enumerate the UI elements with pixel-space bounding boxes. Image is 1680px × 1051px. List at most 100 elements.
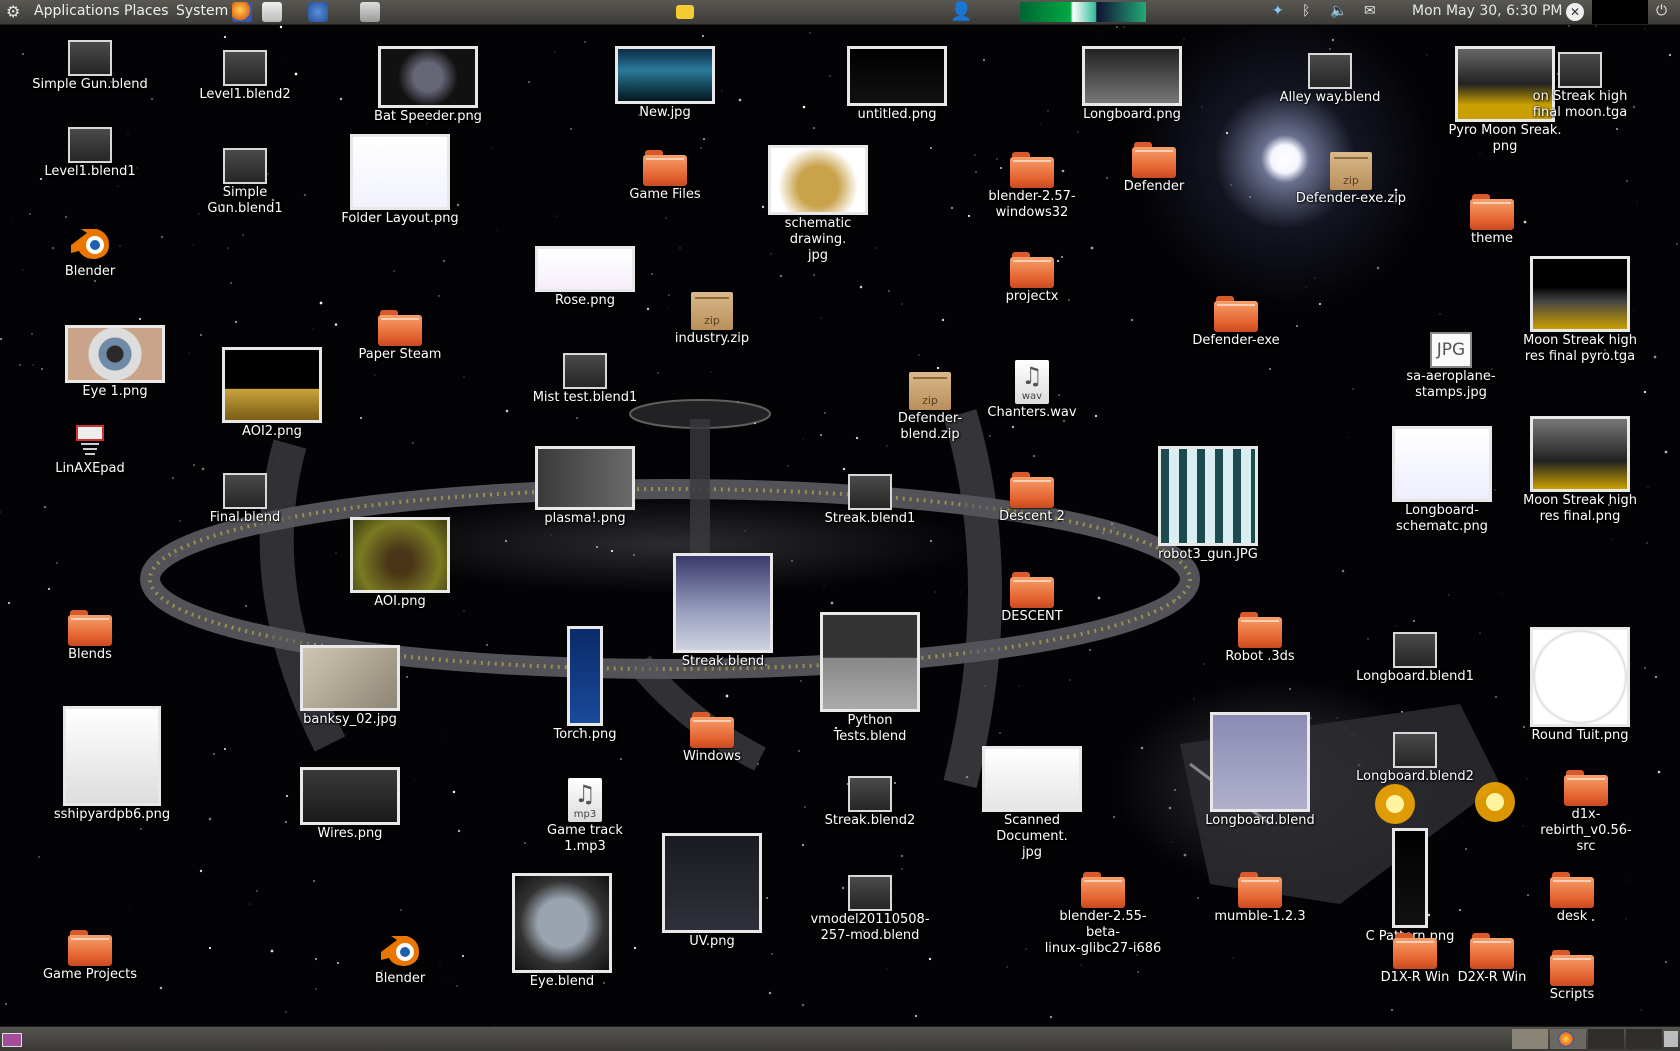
applications-menu[interactable]: Applications: [34, 0, 120, 24]
desktop-icon-longboard-blend2[interactable]: Longboard.blend2: [1355, 732, 1475, 785]
desktop-icon-longboard-schematc-png[interactable]: Longboard- schematc.png: [1382, 426, 1502, 535]
firefox-launcher-icon[interactable]: [232, 2, 252, 22]
desktop-icon-industry-zip[interactable]: zip industry.zip: [652, 292, 772, 347]
terminal-launcher-icon[interactable]: [360, 2, 380, 22]
desktop-icon-sshipyardpb6-png[interactable]: sshipyardpb6.png: [52, 706, 172, 823]
desktop-icon-descent-2[interactable]: Descent 2: [972, 472, 1092, 525]
dropbox-icon[interactable]: ✦: [1272, 0, 1284, 24]
desktop-icon-scripts[interactable]: Scripts: [1512, 950, 1632, 1003]
desktop-icon-mist-test-blend1[interactable]: Mist test.blend1: [525, 353, 645, 406]
desktop-icon-level1-blend1[interactable]: Level1.blend1: [30, 127, 150, 180]
desktop-icon-label: Bat Speeder.png: [374, 109, 482, 124]
desktop-icon-longboard-blend1[interactable]: Longboard.blend1: [1355, 632, 1475, 685]
desktop-icon-aoi-png[interactable]: AOI.png: [340, 517, 460, 610]
desktop-icon-uv-png[interactable]: UV.png: [652, 833, 772, 950]
show-desktop-icon[interactable]: [2, 1033, 22, 1047]
desktop-icon-windows[interactable]: Windows: [652, 712, 772, 765]
desktop-icon-banksy-02-jpg[interactable]: banksy_02.jpg: [290, 645, 410, 728]
desktop-icon-game-track-1-mp3[interactable]: ♫ mp3 Game track 1.mp3: [525, 778, 645, 855]
desktop-icon-eye-blend[interactable]: Eye.blend: [502, 873, 622, 990]
desktop-icon-untitled-png[interactable]: untitled.png: [837, 46, 957, 123]
desktop-icon-c-pattern-png[interactable]: C Pattern.png: [1350, 828, 1470, 945]
desktop-icon-blender[interactable]: Blender: [340, 930, 460, 987]
desktop-icon-rose-png[interactable]: Rose.png: [525, 246, 645, 309]
desktop-icon-paper-steam[interactable]: Paper Steam: [340, 310, 460, 363]
folder-icon: [68, 610, 112, 646]
desktop-icon-aoi2-png[interactable]: AOI2.png: [212, 347, 332, 440]
mail-indicator-icon[interactable]: ✉: [1364, 0, 1376, 24]
places-menu[interactable]: Places: [124, 0, 169, 24]
desktop-icon-label: Simple Gun.blend1: [207, 185, 283, 216]
desktop-icon-moon-streak-high-res-final-png[interactable]: Moon Streak high res final.png: [1520, 416, 1640, 525]
desktop-icon-schematic-drawing-jpg[interactable]: schematic drawing. jpg: [758, 145, 878, 264]
image-thumbnail: [1210, 712, 1310, 812]
mail-launcher-icon[interactable]: [262, 2, 282, 22]
trash-icon[interactable]: [1664, 1031, 1678, 1047]
close-session-icon[interactable]: ✕: [1566, 3, 1584, 21]
desktop-icon-streak-blend[interactable]: Streak.blend: [663, 553, 783, 670]
desktop-icon-alley-way-blend[interactable]: Alley way.blend: [1270, 53, 1390, 106]
desktop-icon-blender[interactable]: Blender: [30, 223, 150, 280]
notes-icon[interactable]: [676, 5, 694, 19]
desktop-icon-bat-speeder-png[interactable]: Bat Speeder.png: [368, 46, 488, 125]
network-browser-icon[interactable]: [308, 2, 328, 22]
workspace-switcher-4[interactable]: [1626, 1029, 1662, 1049]
volume-icon[interactable]: 🔈: [1330, 0, 1347, 24]
desktop-icon-blender-2-57-windows32[interactable]: blender-2.57- windows32: [972, 152, 1092, 221]
desktop-icon-eye-1-png[interactable]: Eye 1.png: [55, 325, 175, 400]
desktop-icon-defender-exe-zip[interactable]: zip Defender-exe.zip: [1291, 152, 1411, 207]
workspace-switcher-3[interactable]: [1588, 1029, 1624, 1049]
desktop-icon-chanters-wav[interactable]: ♫ wav Chanters.wav: [972, 360, 1092, 421]
desktop-icon-longboard-png[interactable]: Longboard.png: [1072, 46, 1192, 123]
desktop-icon-linaxepad[interactable]: LinAXEpad: [30, 420, 150, 477]
desktop-icon-plasma-png[interactable]: plasma!.png: [525, 446, 645, 527]
desktop-icon-folder-layout-png[interactable]: Folder Layout.png: [340, 134, 460, 227]
desktop-icon-defender-exe[interactable]: Defender-exe: [1176, 296, 1296, 349]
desktop-icon-game-files[interactable]: Game Files: [605, 150, 725, 203]
desktop-icon-round-tuit-png[interactable]: Round Tuit.png: [1520, 627, 1640, 744]
desktop-icon-desk[interactable]: desk: [1512, 872, 1632, 925]
desktop-icon-d1x-rebirth-v0-56-src[interactable]: d1x-rebirth_v0.56- src: [1526, 770, 1646, 855]
desktop-icon-robot3-gun-jpg[interactable]: robot3_gun.JPG: [1148, 446, 1268, 563]
bluetooth-icon[interactable]: ᛒ: [1302, 0, 1310, 24]
desktop-icon-final-blend[interactable]: Final.blend: [185, 473, 305, 526]
desktop-icon-projectx[interactable]: projectx: [972, 252, 1092, 305]
desktop-icon-blends[interactable]: Blends: [30, 610, 150, 663]
desktop-icon-torch-png[interactable]: Torch.png: [525, 626, 645, 743]
workspace-switcher-2[interactable]: [1550, 1029, 1586, 1049]
desktop-icon-label: theme: [1471, 231, 1513, 246]
desktop-icon-theme[interactable]: theme: [1432, 194, 1552, 247]
ubuntu-logo-icon[interactable]: ⚙: [6, 0, 20, 24]
desktop-icon-mumble-1-2-3[interactable]: mumble-1.2.3: [1200, 872, 1320, 925]
desktop-icon-robot-3ds[interactable]: Robot .3ds: [1200, 612, 1320, 665]
system-menu[interactable]: System: [176, 0, 228, 24]
image-thumbnail: [1530, 627, 1630, 727]
desktop-icon-moon-streak-high-res-final-pyro-tga[interactable]: Moon Streak high res final pyro.tga: [1520, 256, 1640, 365]
image-thumbnail: [378, 46, 478, 108]
desktop-icon-vmodel20110508-257-mod-blend[interactable]: vmodel20110508- 257-mod.blend: [810, 875, 930, 944]
desktop-icon-streak-blend1[interactable]: Streak.blend1: [810, 474, 930, 527]
desktop-icon-defender[interactable]: Defender: [1094, 142, 1214, 195]
desktop-icon-descent[interactable]: DESCENT: [972, 572, 1092, 625]
workspace-switcher-1[interactable]: [1512, 1029, 1548, 1049]
desktop-icon-level1-blend2[interactable]: Level1.blend2: [185, 50, 305, 103]
desktop-icon-blender-2-55-beta-linux-glibc27-i686[interactable]: blender-2.55-beta- linux-glibc27-i686: [1043, 872, 1163, 957]
desktop-icon-sa-aeroplane-stamps-jpg[interactable]: JPG sa-aeroplane- stamps.jpg: [1391, 332, 1511, 401]
desktop-icon-label: Python Tests.blend: [833, 713, 907, 744]
desktop-icon-simple-gun-blend1[interactable]: Simple Gun.blend1: [185, 148, 305, 217]
desktop-icon-game-projects[interactable]: Game Projects: [30, 930, 150, 983]
desktop-icon-scanned-document-jpg[interactable]: Scanned Document. jpg: [972, 746, 1092, 861]
folder-icon: [1010, 252, 1054, 288]
power-icon[interactable]: ⏻: [1656, 0, 1667, 24]
user-icon[interactable]: 👤: [950, 0, 972, 24]
clock[interactable]: Mon May 30, 6:30 PM: [1412, 0, 1563, 24]
desktop-icon-streak-blend2[interactable]: Streak.blend2: [810, 776, 930, 829]
system-monitor-graph[interactable]: [1020, 2, 1146, 22]
desktop-icon-wires-png[interactable]: Wires.png: [290, 767, 410, 842]
desktop-icon-longboard-blend[interactable]: Longboard.blend: [1200, 712, 1320, 829]
desktop-icon-python-tests-blend[interactable]: Python Tests.blend: [810, 612, 930, 745]
desktop-icon-on-streak-high-final-moon-tga[interactable]: on Streak high final moon.tga: [1520, 52, 1640, 121]
desktop-icon-new-jpg[interactable]: New.jpg: [605, 46, 725, 121]
blend-file-icon: [223, 473, 267, 509]
desktop-icon-simple-gun-blend[interactable]: Simple Gun.blend: [30, 40, 150, 93]
